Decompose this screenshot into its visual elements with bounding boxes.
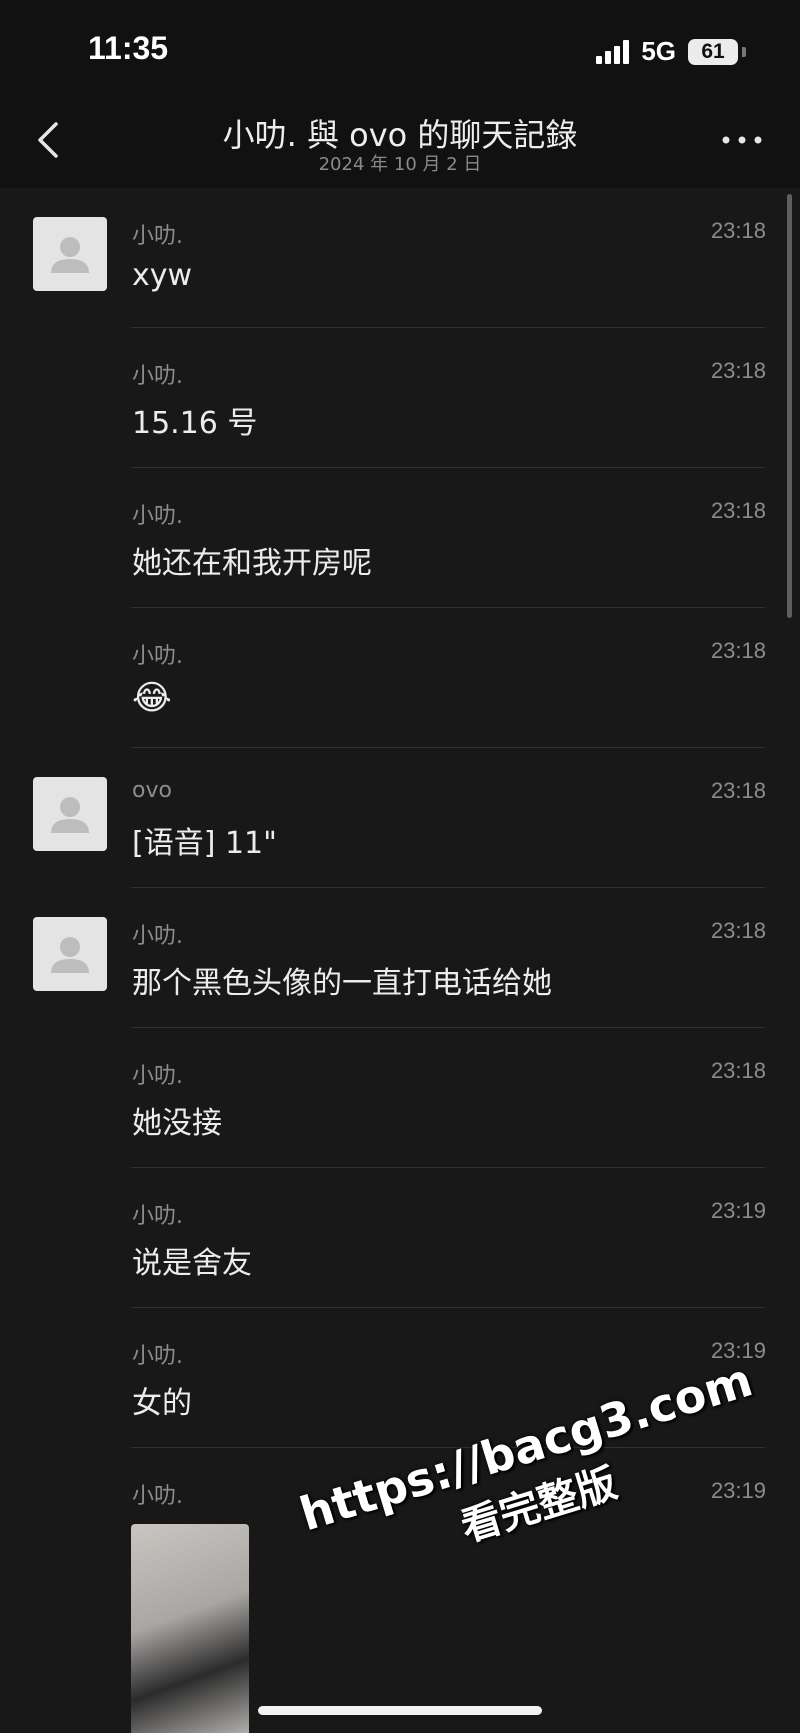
home-indicator[interactable] — [258, 1706, 542, 1715]
image-message-thumbnail[interactable] — [131, 1524, 249, 1733]
sender-name: 小叻. — [132, 1204, 183, 1229]
message-time: 23:18 — [710, 638, 766, 663]
signal-icon — [596, 39, 630, 64]
network-type: 5G — [641, 36, 676, 66]
message-time: 23:18 — [710, 918, 766, 943]
sender-name: 小叻. — [132, 364, 183, 389]
sender-name: 小叻. — [132, 504, 183, 529]
message-text: 她没接 — [132, 1106, 222, 1141]
person-icon — [51, 937, 89, 973]
message-item[interactable]: 小叻. 23:18 她还在和我开房呢 — [0, 468, 800, 608]
sender-name: 小叻. — [132, 1344, 183, 1369]
message-item[interactable]: 小叻. 23:18 15.16 号 — [0, 328, 800, 468]
message-item[interactable]: 小叻. 23:18 xyw — [0, 188, 800, 328]
sender-name: 小叻. — [132, 224, 183, 249]
message-item[interactable]: 小叻. 23:18 😂 — [0, 608, 800, 748]
sender-name: 小叻. — [132, 924, 183, 949]
nav-bar: 小叻. 與 ovo 的聊天記錄 2024 年 10 月 2 日 — [0, 100, 800, 188]
sender-name: 小叻. — [132, 1484, 183, 1509]
avatar[interactable] — [33, 217, 107, 291]
sender-name: ovo — [132, 778, 172, 803]
scrollbar[interactable] — [787, 194, 792, 618]
person-icon — [51, 797, 89, 833]
message-item[interactable]: 小叻. 23:19 说是舍友 — [0, 1168, 800, 1308]
message-time: 23:18 — [710, 778, 766, 803]
sender-name: 小叻. — [132, 1064, 183, 1089]
message-text: 她还在和我开房呢 — [132, 546, 372, 581]
sender-name: 小叻. — [132, 644, 183, 669]
message-item[interactable]: ovo 23:18 [语音] 11" — [0, 748, 800, 888]
message-text: 说是舍友 — [132, 1246, 252, 1281]
message-time: 23:19 — [710, 1198, 766, 1223]
page-subtitle: 2024 年 10 月 2 日 — [318, 154, 482, 175]
message-time: 23:19 — [710, 1478, 766, 1503]
status-indicators: 5G 61 — [596, 36, 746, 67]
battery-tip — [742, 46, 746, 57]
message-time: 23:18 — [710, 1058, 766, 1083]
message-item[interactable]: 小叻. 23:18 她没接 — [0, 1028, 800, 1168]
message-text: 女的 — [132, 1386, 192, 1421]
message-text: xyw — [132, 258, 193, 293]
message-text: 15.16 号 — [132, 406, 258, 441]
message-time: 23:18 — [710, 358, 766, 383]
message-text: 那个黑色头像的一直打电话给她 — [132, 966, 552, 1001]
voice-message[interactable]: [语音] 11" — [132, 818, 277, 862]
laughing-emoji-icon: 😂 — [132, 678, 172, 718]
message-time: 23:18 — [710, 498, 766, 523]
avatar[interactable] — [33, 777, 107, 851]
more-icon[interactable] — [720, 130, 764, 150]
status-bar: 11:35 5G 61 — [0, 0, 800, 100]
person-icon — [51, 237, 89, 273]
message-time: 23:18 — [710, 218, 766, 243]
battery-icon: 61 — [688, 38, 738, 65]
status-time: 11:35 — [88, 30, 169, 66]
message-item[interactable]: 小叻. 23:18 那个黑色头像的一直打电话给她 — [0, 888, 800, 1028]
avatar[interactable] — [33, 917, 107, 991]
